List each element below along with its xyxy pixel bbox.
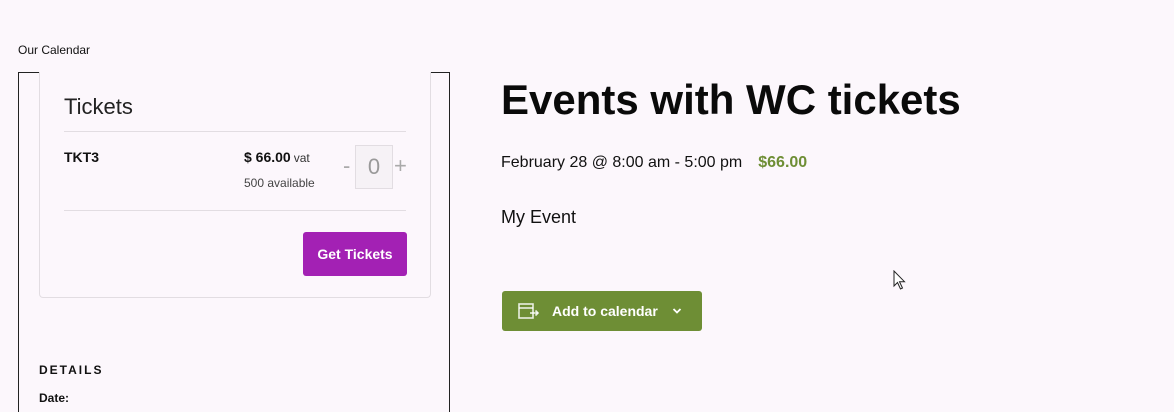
mouse-pointer-icon [893, 270, 906, 290]
tickets-card: Tickets TKT3 $ 66.00 vat 500 available - … [39, 72, 431, 298]
event-title: Events with WC tickets [501, 76, 961, 123]
tickets-title: Tickets [64, 94, 133, 119]
add-to-calendar-button[interactable]: Add to calendar [502, 291, 702, 331]
qty-increment-button[interactable]: + [394, 155, 407, 177]
ticket-price: $ 66.00 vat [244, 149, 310, 165]
event-datetime: February 28 @ 8:00 am - 5:00 pm [501, 154, 743, 171]
ticket-price-amount: $ 66.00 [244, 149, 291, 165]
event-description: My Event [501, 207, 577, 227]
calendar-export-icon [518, 302, 540, 320]
left-panel: Tickets TKT3 $ 66.00 vat 500 available - … [18, 72, 450, 412]
chevron-down-icon [672, 307, 682, 315]
ticket-vat: vat [293, 151, 310, 165]
add-to-calendar-label: Add to calendar [552, 303, 658, 319]
ticket-name: TKT3 [64, 149, 99, 165]
details-date-label: Date: [39, 391, 70, 405]
tickets-divider-top [64, 131, 406, 132]
qty-input[interactable] [355, 145, 393, 189]
event-meta: February 28 @ 8:00 am - 5:00 pm $66.00 [501, 154, 807, 172]
details-heading: DETAILS [39, 363, 104, 377]
event-cost: $66.00 [758, 154, 808, 171]
breadcrumb[interactable]: Our Calendar [18, 43, 90, 57]
tickets-divider-bottom [64, 210, 406, 211]
get-tickets-button[interactable]: Get Tickets [303, 232, 407, 276]
qty-decrement-button[interactable]: - [343, 155, 350, 177]
ticket-available: 500 available [244, 176, 315, 190]
